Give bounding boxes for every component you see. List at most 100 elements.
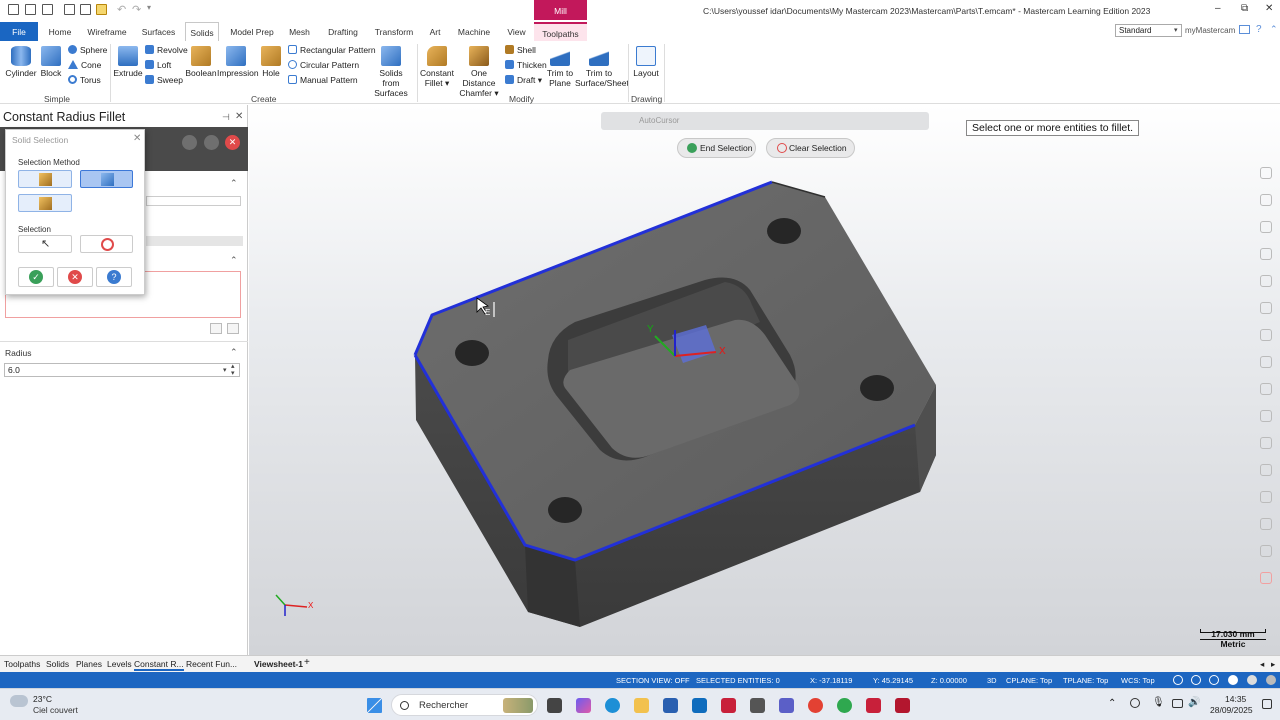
rotate-icon[interactable] xyxy=(1260,248,1272,260)
dialog-ok-button[interactable]: ✓ xyxy=(18,267,54,287)
trim-to-plane-button[interactable]: Trim to Plane xyxy=(545,46,575,88)
revolve-button[interactable]: Revolve xyxy=(145,45,188,55)
tab-machine[interactable]: Machine xyxy=(453,22,495,41)
body-selection-button[interactable] xyxy=(18,194,72,212)
redo-icon[interactable]: ↷ xyxy=(132,3,141,16)
minimize-icon[interactable]: – xyxy=(1215,3,1221,14)
color-icon[interactable] xyxy=(1260,410,1272,422)
help-icon[interactable]: ? xyxy=(1256,24,1262,35)
shell-button[interactable]: Shell xyxy=(505,45,536,55)
wcs-status[interactable]: WCS: Top xyxy=(1121,676,1155,685)
extrude-button[interactable]: Extrude xyxy=(113,46,143,78)
no-entry-icon[interactable] xyxy=(1260,572,1272,584)
ok-new-icon[interactable] xyxy=(182,135,197,150)
notifications-icon[interactable] xyxy=(1262,699,1272,709)
app-icon[interactable] xyxy=(837,698,852,713)
tab-art[interactable]: Art xyxy=(424,22,446,41)
section-view-status[interactable]: SECTION VIEW: OFF xyxy=(616,676,690,685)
tab-mesh[interactable]: Mesh xyxy=(285,22,314,41)
collapse-ribbon-icon[interactable]: ⌃ xyxy=(1270,24,1278,35)
scroll-left-icon[interactable]: ◂ xyxy=(1260,659,1264,670)
edge-selection-button[interactable] xyxy=(18,170,72,188)
rectangular-pattern-button[interactable]: Rectangular Pattern xyxy=(288,45,376,55)
clear-entities-button[interactable] xyxy=(80,235,133,253)
analyze-icon[interactable] xyxy=(1260,437,1272,449)
mastercam-icon[interactable] xyxy=(866,698,881,713)
collapse-icon[interactable]: ⌃ xyxy=(230,347,238,358)
mastercam-icon[interactable] xyxy=(721,698,736,713)
temperature[interactable]: 23°C xyxy=(33,694,52,704)
block-button[interactable]: Block xyxy=(37,46,65,78)
globe-icon[interactable] xyxy=(1209,675,1219,685)
panel-close-icon[interactable]: ✕ xyxy=(235,111,243,122)
torus-button[interactable]: Torus xyxy=(68,75,101,85)
tab-home[interactable]: Home xyxy=(44,22,76,41)
tab-solids-manager[interactable]: Solids xyxy=(46,659,69,669)
one-distance-chamfer-button[interactable]: One Distance Chamfer ▾ xyxy=(455,46,503,98)
customize-qat-icon[interactable]: ▾ xyxy=(147,3,151,12)
pin-icon[interactable]: ⊣ xyxy=(222,112,230,123)
maximize-icon[interactable]: ⧉ xyxy=(1241,3,1248,14)
shaded-sphere-icon[interactable] xyxy=(1266,675,1276,685)
manual-pattern-button[interactable]: Manual Pattern xyxy=(288,75,358,85)
tab-planes[interactable]: Planes xyxy=(76,659,102,669)
weather-text[interactable]: Ciel couvert xyxy=(33,705,78,715)
hole-button[interactable]: Hole xyxy=(258,46,284,78)
collapse-icon[interactable]: ⌃ xyxy=(230,178,238,189)
select-arrow-icon[interactable] xyxy=(227,323,239,334)
print-icon[interactable] xyxy=(64,4,75,15)
clock-time[interactable]: 14:35 xyxy=(1225,694,1246,704)
folder-icon[interactable] xyxy=(96,4,107,15)
spinner-icon[interactable]: ▴ ▾ xyxy=(231,363,235,377)
outlook-icon[interactable] xyxy=(692,698,707,713)
shading-icon[interactable] xyxy=(1260,329,1272,341)
hide-icon[interactable] xyxy=(1260,383,1272,395)
cancel-icon[interactable]: ✕ xyxy=(225,135,240,150)
save-icon[interactable] xyxy=(25,4,36,15)
add-viewsheet-icon[interactable]: + xyxy=(304,657,310,668)
graphics-viewport[interactable]: AutoCursor End Selection Clear Selection… xyxy=(249,105,1280,655)
app-icon[interactable] xyxy=(750,698,765,713)
account-label[interactable]: myMastercam xyxy=(1185,26,1235,35)
dialog-cancel-button[interactable]: ✕ xyxy=(57,267,93,287)
wifi-icon[interactable] xyxy=(1172,699,1183,708)
tab-toolpaths-manager[interactable]: Toolpaths xyxy=(4,659,40,669)
ok-icon[interactable] xyxy=(204,135,219,150)
file-explorer-icon[interactable] xyxy=(634,698,649,713)
shaded-sphere-icon[interactable] xyxy=(1247,675,1257,685)
cylinder-button[interactable]: Cylinder xyxy=(5,46,37,78)
solid-part[interactable] xyxy=(249,105,1280,655)
tab-solids[interactable]: Solids xyxy=(185,22,219,41)
solids-from-surfaces-button[interactable]: Solids from Surfaces xyxy=(370,46,412,98)
windows-start-icon[interactable] xyxy=(367,698,382,713)
print-preview-icon[interactable] xyxy=(80,4,91,15)
scroll-right-icon[interactable]: ▸ xyxy=(1271,659,1275,670)
open-icon[interactable] xyxy=(42,4,53,15)
tab-view[interactable]: View xyxy=(503,22,530,41)
constant-fillet-button[interactable]: Constant Fillet ▾ xyxy=(419,46,455,88)
boolean-button[interactable]: Boolean xyxy=(185,46,217,78)
clock-date[interactable]: 28/09/2025 xyxy=(1210,705,1253,715)
thicken-button[interactable]: Thicken xyxy=(505,60,547,70)
tab-drafting[interactable]: Drafting xyxy=(322,22,364,41)
tab-constant-radius[interactable]: Constant R... xyxy=(134,659,184,671)
tab-toolpaths[interactable]: Toolpaths xyxy=(534,22,587,41)
mode-3d[interactable]: 3D xyxy=(987,676,997,685)
microphone-icon[interactable]: 🎙 xyxy=(1152,697,1165,708)
store-icon[interactable] xyxy=(663,698,678,713)
face-selection-button[interactable] xyxy=(80,170,133,188)
hole[interactable] xyxy=(767,218,801,244)
dialog-help-button[interactable]: ? xyxy=(96,267,132,287)
cone-button[interactable]: Cone xyxy=(68,60,101,70)
clear-colors-icon[interactable] xyxy=(1260,545,1272,557)
new-file-icon[interactable] xyxy=(8,4,19,15)
workspace-select[interactable]: Standard xyxy=(1115,24,1182,37)
speaker-icon[interactable]: 🔊 xyxy=(1188,697,1200,708)
sweep-button[interactable]: Sweep xyxy=(145,75,183,85)
chevron-up-icon[interactable]: ⌃ xyxy=(1108,698,1116,709)
copilot-icon[interactable] xyxy=(576,698,591,713)
close-icon[interactable]: ✕ xyxy=(1265,3,1273,14)
zoom-in-icon[interactable] xyxy=(1260,167,1272,179)
comment-icon[interactable] xyxy=(1239,25,1250,34)
hole[interactable] xyxy=(860,375,894,401)
